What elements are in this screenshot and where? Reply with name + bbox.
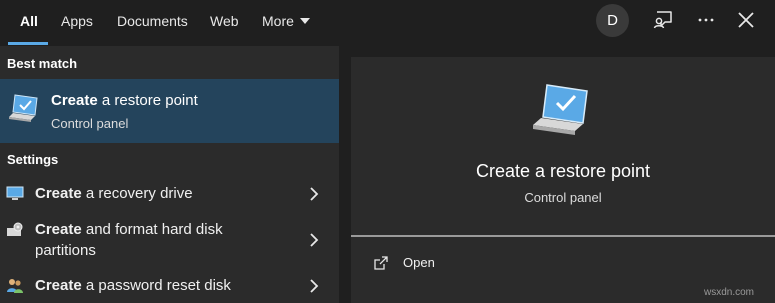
active-tab-indicator	[8, 42, 48, 45]
computer-check-icon	[9, 94, 38, 122]
open-icon	[374, 256, 388, 270]
settings-heading: Settings	[7, 152, 59, 167]
avatar[interactable]: D	[596, 4, 629, 37]
best-match-title: Create a restore point	[51, 92, 198, 109]
settings-result-password-reset-disk[interactable]: Create a password reset disk	[0, 268, 339, 302]
preview-title: Create a restore point	[475, 161, 651, 181]
best-match-result[interactable]: Create a restore point Control panel	[0, 79, 339, 143]
tab-documents[interactable]: Documents	[117, 13, 188, 29]
setting-label: Create and format hard disk partitions	[35, 221, 223, 259]
best-match-subtitle: Control panel	[51, 116, 129, 131]
chevron-right-icon	[310, 187, 319, 201]
preview-pane: Create a restore point Control panel Ope…	[351, 57, 775, 303]
more-options-icon[interactable]	[694, 8, 718, 32]
chevron-down-icon	[299, 18, 310, 24]
tab-all[interactable]: All	[20, 13, 38, 29]
tab-more[interactable]: More	[262, 13, 310, 29]
setting-label: Create a recovery drive	[35, 185, 193, 202]
disk-management-icon	[7, 222, 23, 236]
tab-more-label: More	[262, 13, 294, 29]
divider	[351, 235, 775, 237]
open-label: Open	[403, 255, 435, 270]
recovery-drive-icon	[6, 186, 24, 200]
open-action[interactable]: Open	[373, 253, 573, 277]
search-tab-bar: All Apps Documents Web More D	[0, 0, 775, 46]
settings-result-format-partitions[interactable]: Create and format hard disk partitions	[0, 216, 339, 264]
tab-apps[interactable]: Apps	[61, 13, 93, 29]
chevron-right-icon	[310, 279, 319, 293]
tab-web[interactable]: Web	[210, 13, 239, 29]
results-pane: Best match Create a restore point Contro…	[0, 46, 339, 303]
settings-result-recovery-drive[interactable]: Create a recovery drive	[0, 176, 339, 210]
computer-check-icon	[533, 84, 588, 135]
feedback-icon[interactable]	[651, 8, 675, 32]
close-icon[interactable]	[734, 8, 758, 32]
best-match-heading: Best match	[7, 56, 78, 71]
setting-label: Create a password reset disk	[35, 277, 231, 294]
watermark: wsxdn.com	[704, 287, 755, 298]
preview-subtitle: Control panel	[524, 190, 602, 205]
chevron-right-icon	[310, 233, 319, 247]
users-icon	[7, 279, 23, 293]
